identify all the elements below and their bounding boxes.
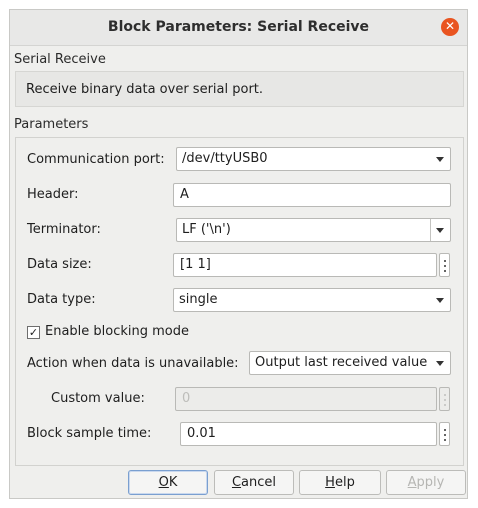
help-mnemonic: H <box>325 475 335 490</box>
dialog-title: Block Parameters: Serial Receive <box>107 19 370 35</box>
ok-mnemonic: O <box>158 475 169 490</box>
chevron-down-icon <box>436 157 444 162</box>
data-size-input[interactable]: [1 1] <box>173 253 437 277</box>
ok-label: K <box>168 475 178 490</box>
close-icon[interactable]: ✕ <box>441 18 459 36</box>
data-type-value: single <box>179 292 218 307</box>
terminator-combobox[interactable]: LF ('\n') <box>176 218 451 242</box>
combo-separator <box>430 219 431 241</box>
custom-value-label: Custom value: <box>51 391 145 406</box>
chevron-down-icon[interactable] <box>436 228 444 233</box>
communication-port-label: Communication port: <box>27 152 165 167</box>
title-bar: Block Parameters: Serial Receive ✕ <box>10 10 467 46</box>
block-parameters-dialog: Block Parameters: Serial Receive ✕ Seria… <box>9 9 468 499</box>
communication-port-dropdown[interactable]: /dev/ttyUSB0 <box>176 147 451 171</box>
enable-blocking-label[interactable]: Enable blocking mode <box>45 324 189 339</box>
block-description: Receive binary data over serial port. <box>26 82 264 97</box>
sample-time-label: Block sample time: <box>27 426 152 441</box>
communication-port-value: /dev/ttyUSB0 <box>182 151 268 166</box>
apply-button[interactable]: Apply <box>386 470 466 495</box>
header-label: Header: <box>27 187 79 202</box>
help-label: elp <box>334 475 355 490</box>
data-type-dropdown[interactable]: single <box>173 288 451 312</box>
terminator-value: LF ('\n') <box>182 222 231 237</box>
block-description-panel: Receive binary data over serial port. <box>15 71 464 107</box>
header-input[interactable]: A <box>173 183 451 207</box>
cancel-mnemonic: C <box>231 475 242 490</box>
apply-label: pply <box>416 475 445 490</box>
enable-blocking-checkbox[interactable]: ✓ <box>27 326 40 339</box>
ok-button[interactable]: OK <box>128 470 208 495</box>
cancel-label: ancel <box>241 475 277 490</box>
sample-time-input[interactable]: 0.01 <box>180 422 437 446</box>
custom-value-input: 0 <box>175 387 437 411</box>
more-options-icon <box>439 387 450 411</box>
data-type-label: Data type: <box>27 292 96 307</box>
more-options-icon[interactable] <box>439 422 450 446</box>
parameters-section-label: Parameters <box>14 117 89 132</box>
block-name-label: Serial Receive <box>14 52 106 67</box>
chevron-down-icon <box>436 361 444 366</box>
data-size-label: Data size: <box>27 257 92 272</box>
more-options-icon[interactable] <box>439 253 450 277</box>
terminator-label: Terminator: <box>27 222 101 237</box>
chevron-down-icon <box>436 298 444 303</box>
action-unavailable-dropdown[interactable]: Output last received value <box>249 351 451 375</box>
action-unavailable-value: Output last received value <box>255 355 428 370</box>
cancel-button[interactable]: Cancel <box>214 470 294 495</box>
action-unavailable-label: Action when data is unavailable: <box>27 356 239 371</box>
help-button[interactable]: Help <box>299 470 381 495</box>
apply-mnemonic: A <box>407 475 417 490</box>
